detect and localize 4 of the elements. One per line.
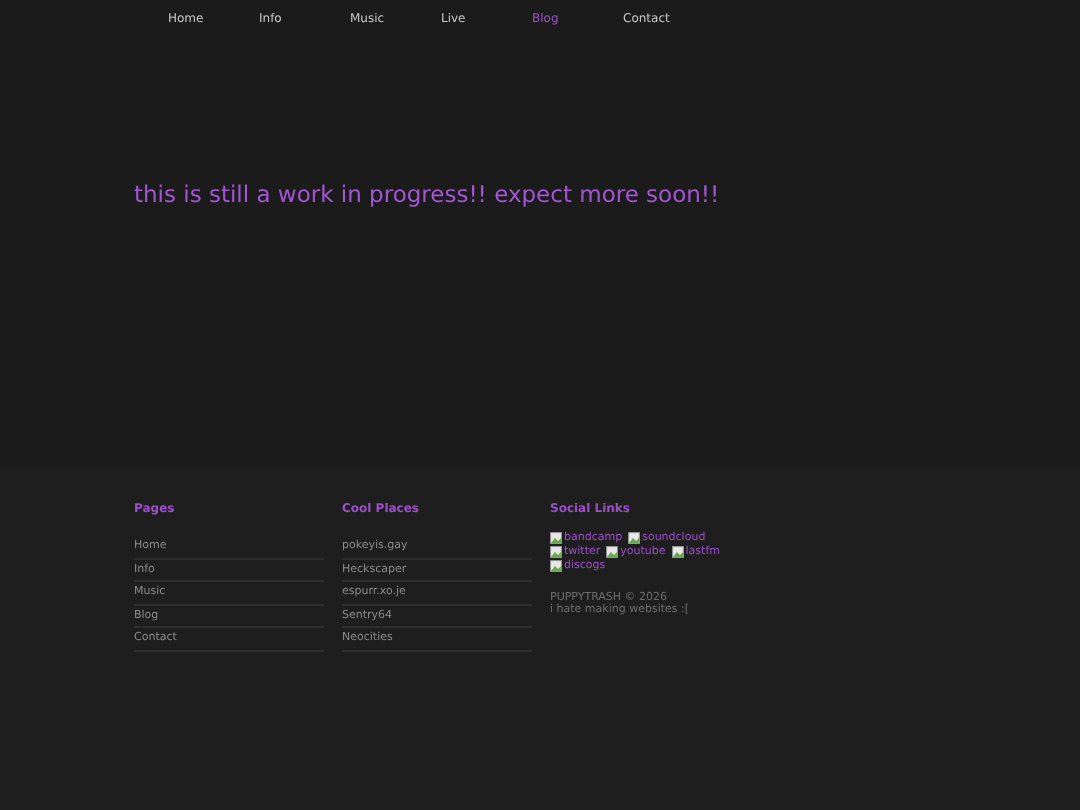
image-icon [628,532,641,544]
page-heading: this is still a work in progress!! expect more soon!! [134,178,722,208]
image-icon [671,546,684,558]
image-icon [606,546,619,558]
